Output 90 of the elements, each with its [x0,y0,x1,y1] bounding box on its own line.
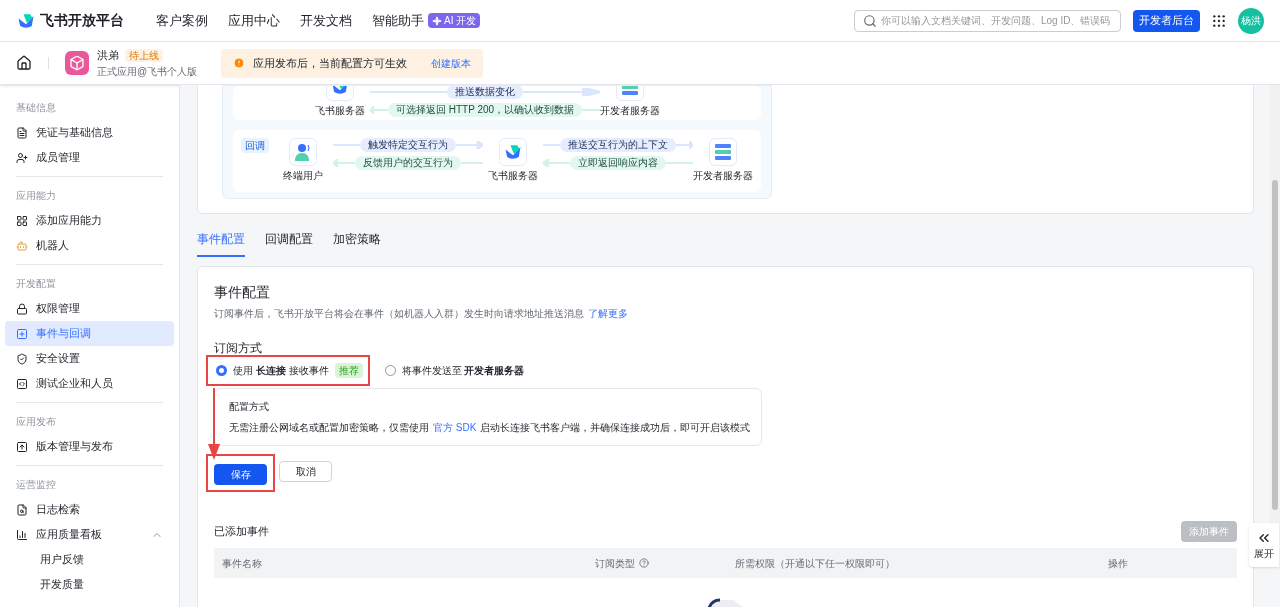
annotation-arrow [208,388,220,460]
radio-option[interactable]: 将事件发送至 开发者服务器 [382,360,527,381]
method-text: 启动长连接飞书客户端，并确保连接成功后，即可开启该模式 [480,421,751,435]
sidebar-item[interactable]: 安全设置 [5,346,174,371]
plus-square-icon [16,327,28,340]
radio-button[interactable] [216,365,227,376]
section-title: 运营监控 [16,478,56,492]
node-label: 飞书服务器 [488,170,538,182]
robot-icon [16,239,28,252]
arrow-left-icon [370,106,388,114]
arrow-left-icon [543,159,570,167]
method-text: 无需注册公网域名或配置加密策略，仅需使用 [229,421,429,435]
added-events-title: 已添加事件 [214,524,269,540]
section-title: 开发配置 [16,277,56,291]
section-heading: 事件配置 [214,283,270,301]
sidebar-item[interactable]: 机器人 [5,233,174,258]
node-label: 终端用户 [283,170,323,182]
help-icon[interactable] [639,558,649,568]
sdk-link[interactable]: 官方 SDK [433,420,477,435]
save-button[interactable]: 保存 [214,464,267,485]
nav-link[interactable]: 客户案例 [156,10,208,31]
arrow-left-icon [333,159,355,167]
flow-label: 触发特定交互行为 [360,138,456,152]
section-title: 应用发布 [16,415,56,429]
code-square-icon [16,377,28,390]
search-icon [863,13,877,28]
arrow-right-icon [676,141,693,149]
radio-option[interactable]: 使用 长连接 接收事件 推荐 [214,360,365,381]
recommend-badge: 推荐 [334,363,363,378]
column-header: 订阅类型 [595,556,635,571]
lock-icon [16,302,28,315]
console-button[interactable]: 开发者后台 [1133,9,1200,32]
sidebar-item[interactable]: 应用质量看板 [5,522,174,547]
home-icon[interactable] [16,55,32,71]
flow-label: 立即返回响应内容 [570,156,666,170]
column-header: 操作 [1108,556,1128,571]
nav-link[interactable]: 应用中心 [228,10,280,31]
sidebar-item[interactable]: 版本管理与发布 [5,434,174,459]
nav-link[interactable]: 智能助手 [372,10,424,31]
arrow-right-icon [456,141,483,149]
node-label: 开发者服务器 [693,170,753,182]
sidebar-subitem[interactable]: 用户反馈 [5,547,174,572]
sidebar-subitem[interactable]: 开发质量 [5,572,174,597]
nav-link[interactable]: 开发文档 [300,10,352,31]
grid-icon [16,214,28,227]
section-title: 应用能力 [16,189,56,203]
flow-label: 可选择返回 HTTP 200，以确认收到数据 [387,103,583,117]
warning-icon [233,57,246,69]
add-event-button: 添加事件 [1181,521,1237,542]
sidebar-item[interactable]: 凭证与基础信息 [5,120,174,145]
shield-icon [16,352,28,365]
arrow-right-icon [523,88,600,96]
tab[interactable]: 回调配置 [265,230,313,257]
ai-badge[interactable]: AI 开发 [428,13,481,28]
app-icon [65,51,89,75]
create-version-link[interactable]: 创建版本 [431,55,472,71]
sidebar-item[interactable]: 事件与回调 [5,321,174,346]
node-label: 开发者服务器 [600,105,660,117]
flow-label: 反馈用户的交互行为 [355,156,461,170]
flow-tag: 回调 [241,138,269,153]
sidebar-item[interactable]: 成员管理 [5,145,174,170]
column-header: 事件名称 [222,556,262,571]
search-field[interactable]: 你可以输入文档关键词、开发问题、Log ID、错误码 [854,9,1121,32]
sidebar-item[interactable]: 测试企业和人员 [5,371,174,396]
node-label: 飞书服务器 [315,105,365,117]
column-header: 所需权限（开通以下任一权限即可） [735,556,895,571]
flow-label: 推送交互行为的上下文 [560,138,676,152]
tab[interactable]: 事件配置 [197,230,245,257]
apps-grid-icon[interactable] [1212,13,1226,28]
notice-text: 应用发布后，当前配置方可生效 [253,55,408,71]
sidebar-item[interactable]: 权限管理 [5,296,174,321]
method-title: 配置方式 [229,400,269,414]
flow-label: 推送数据变化 [447,86,523,99]
bar-chart-icon [16,528,28,541]
sidebar-item[interactable]: 日志检索 [5,497,174,522]
app-subtitle: 正式应用@飞书个人版 [97,64,198,79]
learn-more-link[interactable]: 了解更多 [588,306,628,321]
status-badge: 待上线 [125,49,163,62]
section-title: 基础信息 [16,101,56,115]
user-plus-icon [16,151,28,164]
logo-text[interactable]: 飞书开放平台 [40,10,124,31]
annotation-box [206,454,275,492]
app-name: 洪弟 [97,48,119,64]
subscription-title: 订阅方式 [214,340,262,357]
tab[interactable]: 加密策略 [333,230,381,257]
expand-panel-button[interactable]: 展开 [1249,523,1279,567]
description-text: 订阅事件后，飞书开放平台将会在事件（如机器人入群）发生时向请求地址推送消息 [214,307,584,321]
cancel-button[interactable]: 取消 [279,461,332,482]
sidebar-item[interactable]: 添加应用能力 [5,208,174,233]
upload-square-icon [16,440,28,453]
